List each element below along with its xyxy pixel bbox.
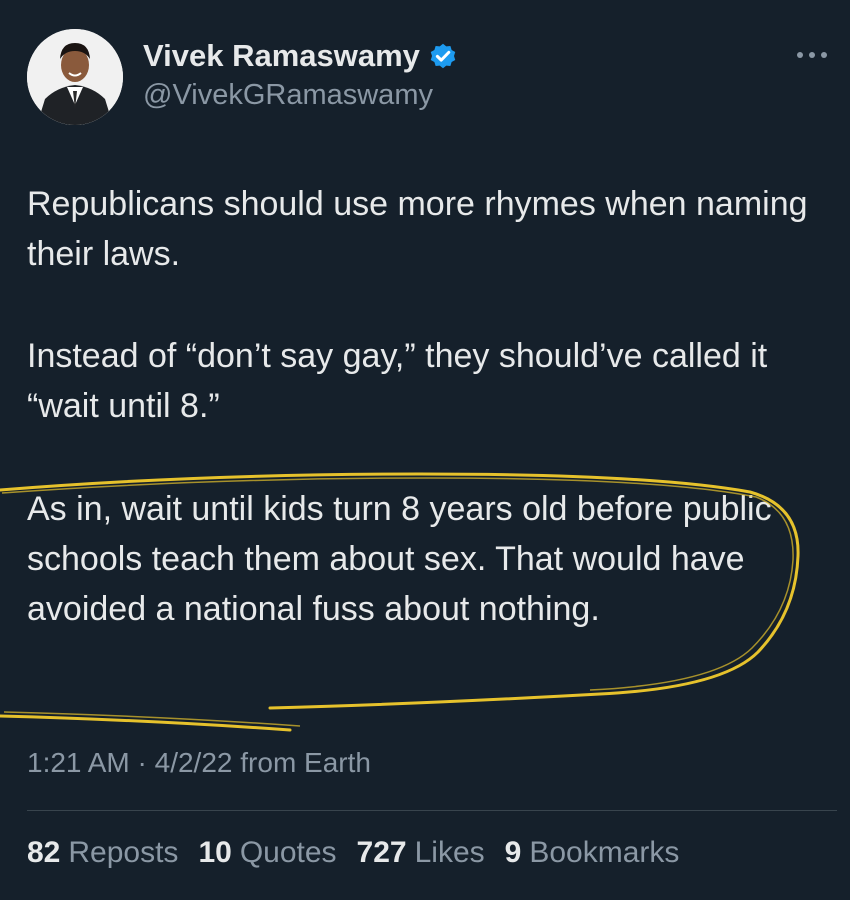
verified-badge-icon bbox=[430, 43, 456, 69]
timestamp-separator bbox=[130, 747, 138, 779]
engagement-stats: 82 Reposts 10 Quotes 727 Likes 9 Bookmar… bbox=[27, 836, 679, 870]
bookmarks-label: Bookmarks bbox=[529, 836, 680, 869]
more-options-button[interactable] bbox=[792, 40, 832, 70]
tweet-paragraph: Instead of “don’t say gay,” they should’… bbox=[27, 337, 768, 425]
tweet-paragraph-highlighted: As in, wait until kids turn 8 years old … bbox=[27, 490, 772, 628]
likes-stat[interactable]: 727 Likes bbox=[357, 836, 485, 870]
tweet-date[interactable]: 4/2/22 bbox=[155, 747, 233, 779]
tweet-source: from Earth bbox=[240, 747, 371, 778]
avatar-image bbox=[27, 29, 123, 125]
author-name-row[interactable]: Vivek Ramaswamy bbox=[143, 38, 458, 74]
reposts-label: Reposts bbox=[68, 836, 179, 869]
timestamp-separator bbox=[232, 747, 240, 779]
likes-count: 727 bbox=[356, 836, 407, 869]
bookmarks-count: 9 bbox=[504, 836, 522, 869]
reposts-count: 82 bbox=[27, 836, 61, 869]
author-display-name[interactable]: Vivek Ramaswamy bbox=[143, 38, 420, 74]
tweet-time[interactable]: 1:21 AM bbox=[27, 747, 130, 779]
bookmarks-stat[interactable]: 9 Bookmarks bbox=[505, 836, 680, 870]
likes-label: Likes bbox=[414, 836, 485, 869]
author-handle[interactable]: @VivekGRamaswamy bbox=[143, 79, 433, 112]
quotes-count: 10 bbox=[198, 836, 232, 869]
quotes-stat[interactable]: 10 Quotes bbox=[198, 836, 336, 870]
avatar[interactable] bbox=[27, 29, 123, 125]
tweet-paragraph: Republicans should use more rhymes when … bbox=[27, 185, 808, 273]
reposts-stat[interactable]: 82 Reposts bbox=[27, 836, 178, 870]
timestamp-dot: · bbox=[137, 747, 147, 778]
timestamp-separator bbox=[147, 747, 155, 779]
divider bbox=[27, 810, 837, 811]
more-horizontal-icon bbox=[797, 52, 827, 58]
tweet-timestamp[interactable]: 1:21 AM · 4/2/22 from Earth bbox=[27, 747, 371, 779]
quotes-label: Quotes bbox=[239, 836, 337, 869]
